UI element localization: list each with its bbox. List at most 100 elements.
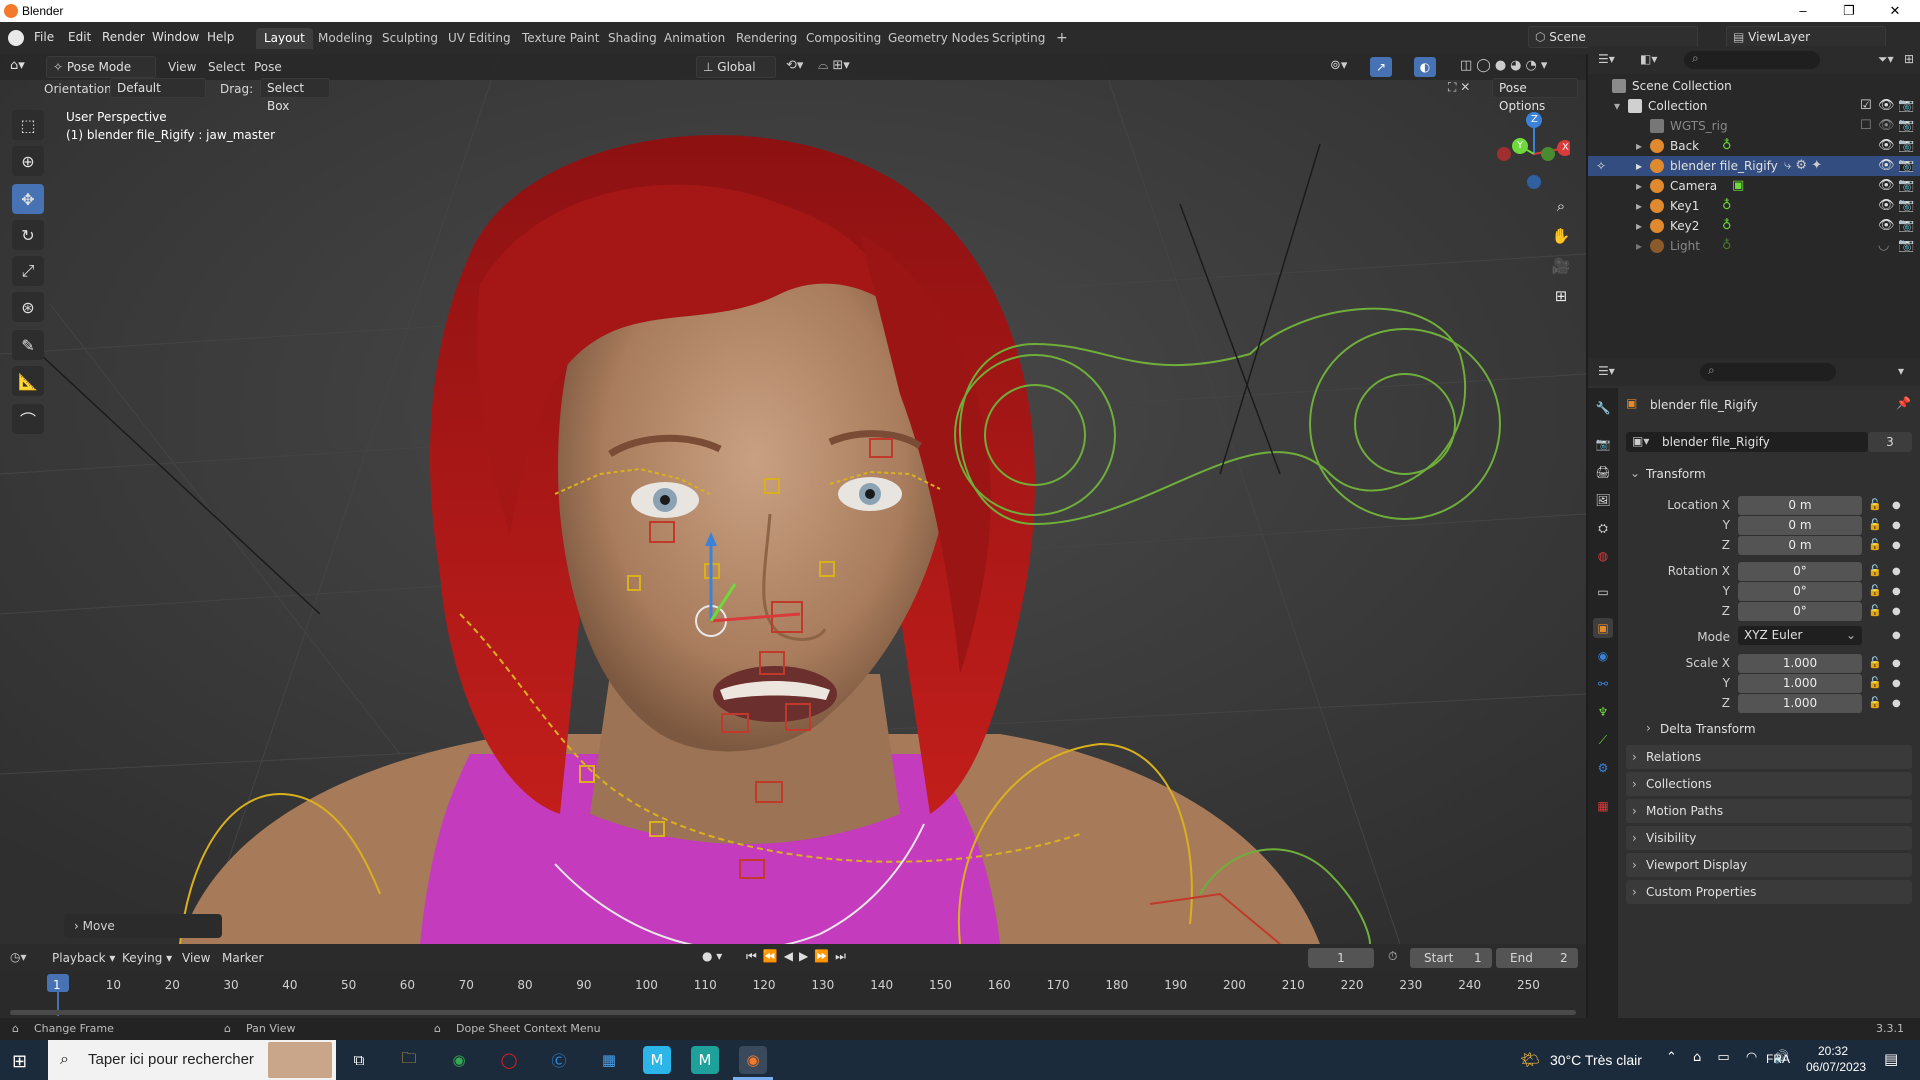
- keyframe-dot-icon[interactable]: ●: [1892, 606, 1901, 617]
- menu-render[interactable]: Render: [102, 30, 145, 44]
- drag-selector[interactable]: Select Box: [260, 78, 330, 113]
- keyframe-dot-icon[interactable]: ●: [1892, 678, 1901, 689]
- taskbar-search-input[interactable]: ⌕ Taper ici pour rechercher: [48, 1040, 336, 1080]
- expand-chevron-icon[interactable]: ▸: [1636, 159, 1642, 173]
- panel-viewport-display[interactable]: › Viewport Display: [1626, 853, 1912, 877]
- properties-search-input[interactable]: ⌕: [1700, 363, 1836, 381]
- ccleaner-icon[interactable]: Ⓒ: [545, 1046, 573, 1074]
- outliner-row-camera[interactable]: ▸ Camera ▣ 👁 📷: [1588, 176, 1920, 196]
- windows-start-icon[interactable]: ⊞: [12, 1051, 27, 1072]
- lock-icon[interactable]: 🔓: [1868, 564, 1882, 577]
- users-count[interactable]: 3: [1868, 432, 1912, 452]
- lock-icon[interactable]: 🔓: [1868, 584, 1882, 597]
- tool-tab-icon[interactable]: 🔧: [1593, 398, 1613, 418]
- filter-icon[interactable]: ⏷▾: [1878, 52, 1894, 67]
- chrome-icon[interactable]: ◉: [445, 1046, 473, 1074]
- panel-custom-properties[interactable]: › Custom Properties: [1626, 880, 1912, 904]
- navigation-gizmo[interactable]: [1490, 106, 1570, 192]
- location-z-field[interactable]: 0 m: [1738, 536, 1862, 555]
- tab-texture-paint[interactable]: Texture Paint: [514, 28, 607, 49]
- blender-menu-icon[interactable]: [8, 30, 24, 46]
- opera-icon[interactable]: ◯: [495, 1046, 523, 1074]
- camera-render-icon[interactable]: 📷: [1898, 98, 1914, 113]
- menu-edit[interactable]: Edit: [68, 30, 91, 44]
- scale-x-field[interactable]: 1.000: [1738, 654, 1862, 673]
- panel-visibility[interactable]: › Visibility: [1626, 826, 1912, 850]
- rotation-x-field[interactable]: 0°: [1738, 562, 1862, 581]
- weather-text[interactable]: 30°C Très clair: [1550, 1052, 1642, 1068]
- end-frame-field[interactable]: End 2: [1496, 948, 1578, 968]
- ortho-grid-icon[interactable]: ⊞: [1547, 282, 1575, 310]
- scene-tab-icon[interactable]: ⛭: [1593, 518, 1613, 538]
- shading-modes-icon[interactable]: ◫◯●◕◔▾: [1460, 58, 1551, 73]
- app-m-teal-icon[interactable]: M: [691, 1046, 719, 1074]
- clock-date[interactable]: 06/07/2023: [1806, 1060, 1866, 1074]
- visibility-icon[interactable]: ⊚▾: [1330, 58, 1347, 73]
- select-box-tool[interactable]: ⬚: [12, 110, 44, 140]
- delta-transform-subpanel[interactable]: › Delta Transform: [1640, 718, 1912, 740]
- keyframe-dot-icon[interactable]: ●: [1892, 586, 1901, 597]
- outliner-row-wgts-rig[interactable]: WGTS_rig ☐ 👁 📷: [1588, 116, 1920, 136]
- outliner-scene-collection[interactable]: Scene Collection: [1588, 76, 1920, 96]
- tab-modeling[interactable]: Modeling: [310, 28, 381, 49]
- keyframe-dot-icon[interactable]: ●: [1892, 520, 1901, 531]
- menu-file[interactable]: File: [34, 30, 54, 44]
- collapse-icon[interactable]: ▾: [1898, 364, 1904, 378]
- expand-chevron-icon[interactable]: ▸: [1636, 139, 1642, 153]
- camera-render-icon[interactable]: 📷: [1898, 138, 1914, 153]
- pin-icon[interactable]: 📌: [1896, 396, 1911, 410]
- render-tab-icon[interactable]: 📷: [1593, 434, 1613, 454]
- pan-hand-icon[interactable]: ✋: [1547, 222, 1575, 250]
- menu-timeline-view[interactable]: View: [182, 951, 210, 965]
- location-x-field[interactable]: 0 m: [1738, 496, 1862, 515]
- move-tool[interactable]: ✥: [12, 184, 44, 214]
- clock-time[interactable]: 20:32: [1818, 1044, 1848, 1058]
- menu-keying[interactable]: Keying ▾: [122, 951, 172, 965]
- task-view-icon[interactable]: ⧉: [345, 1046, 373, 1074]
- rotation-z-field[interactable]: 0°: [1738, 602, 1862, 621]
- menu-marker[interactable]: Marker: [222, 951, 263, 965]
- properties-editor-icon[interactable]: ☰▾: [1598, 364, 1615, 378]
- checkbox-icon[interactable]: ☐: [1860, 118, 1872, 133]
- camera-view-icon[interactable]: 🎥: [1547, 252, 1575, 280]
- expand-chevron-icon[interactable]: ▸: [1636, 219, 1642, 233]
- outliner-row-key1[interactable]: ▸ Key1 ♁ 👁 📷: [1588, 196, 1920, 216]
- outliner-row-light[interactable]: ▸ Light ♁ ◡ 📷: [1588, 236, 1920, 256]
- tab-sculpting[interactable]: Sculpting: [374, 28, 446, 49]
- keyframe-dot-icon[interactable]: ●: [1892, 566, 1901, 577]
- lock-icon[interactable]: 🔓: [1868, 696, 1882, 709]
- texture-tab-icon[interactable]: ▦: [1593, 796, 1613, 816]
- keyframe-dot-icon[interactable]: ●: [1892, 540, 1901, 551]
- scale-tool[interactable]: ⤢: [12, 256, 44, 286]
- output-tab-icon[interactable]: 🖨: [1593, 462, 1613, 482]
- tab-scripting[interactable]: Scripting: [984, 28, 1053, 49]
- maximize-button[interactable]: ❐: [1826, 0, 1872, 22]
- object-name-field[interactable]: ▣▾ blender file_Rigify: [1626, 432, 1868, 452]
- last-operator-panel[interactable]: › Move: [64, 914, 222, 938]
- bone-tab-icon[interactable]: ⟋: [1593, 730, 1613, 750]
- stopwatch-icon[interactable]: ⏱: [1388, 949, 1397, 964]
- armature-data-tab-icon[interactable]: ♆: [1593, 702, 1613, 722]
- annotate-tool[interactable]: ✎: [12, 330, 44, 360]
- timeline-editor-icon[interactable]: ◷▾: [10, 950, 27, 964]
- transform-panel-header[interactable]: ⌄ Transform: [1626, 462, 1912, 486]
- close-button[interactable]: ✕: [1872, 0, 1918, 22]
- scene-selector[interactable]: ⬡ Scene: [1528, 26, 1698, 48]
- menu-playback[interactable]: Playback ▾: [52, 951, 115, 965]
- collection-tab-icon[interactable]: ▭: [1593, 582, 1613, 602]
- expand-chevron-icon[interactable]: ▸: [1636, 179, 1642, 193]
- rotation-y-field[interactable]: 0°: [1738, 582, 1862, 601]
- pose-options-dropdown[interactable]: Pose Options: [1492, 78, 1578, 113]
- mode-selector[interactable]: ✧ Pose Mode: [46, 56, 156, 78]
- outliner-row-back[interactable]: ▸ Back ♁ 👁 📷: [1588, 136, 1920, 156]
- cursor-tool[interactable]: ⊕: [12, 146, 44, 176]
- panel-relations[interactable]: › Relations: [1626, 745, 1912, 769]
- camera-render-icon[interactable]: 📷: [1898, 118, 1914, 133]
- start-frame-field[interactable]: Start 1: [1410, 948, 1492, 968]
- transform-tool[interactable]: ⊛: [12, 292, 44, 322]
- menu-help[interactable]: Help: [207, 30, 234, 44]
- view-layer-tab-icon[interactable]: 🖼: [1593, 490, 1613, 510]
- scale-y-field[interactable]: 1.000: [1738, 674, 1862, 693]
- modifier-tab-icon[interactable]: ◉: [1593, 646, 1613, 666]
- keyframe-dot-icon[interactable]: ●: [1892, 658, 1901, 669]
